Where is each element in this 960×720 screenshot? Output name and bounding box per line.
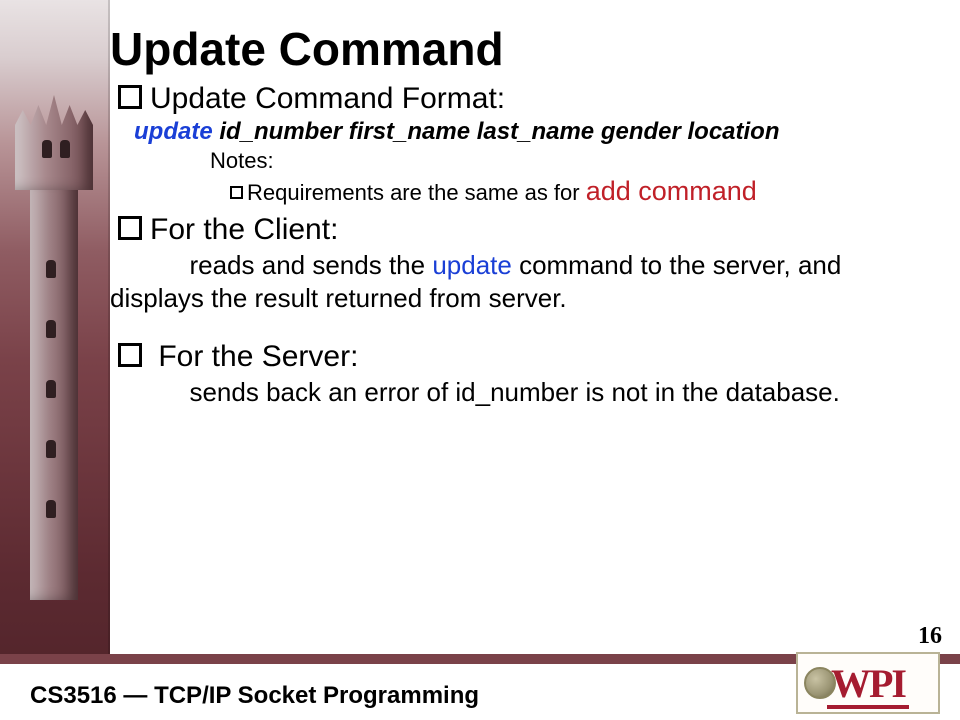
client-body-keyword: update [432,250,512,280]
heading-for-client: For the Client: [118,213,930,247]
command-syntax-line: update id_number first_name last_name ge… [134,118,930,146]
heading-text: For the Server: [158,340,358,373]
requirement-highlight: add command [586,176,757,206]
server-body-text: sends back an error of id_number is not … [110,376,930,409]
page-number: 16 [918,623,942,650]
requirement-prefix: Requirements are the same as for [247,180,586,205]
wpi-logo-text: WPI [831,660,905,707]
heading-for-server: For the Server: [118,340,930,374]
wpi-logo: WPI [796,652,940,714]
slide-title: Update Command [110,22,930,76]
slide: Update Command Update Command Format: up… [0,0,960,720]
left-decorative-band [0,0,110,720]
small-bullet-icon [230,186,243,199]
heading-update-format: Update Command Format: [118,82,930,116]
bullet-square-icon [118,216,142,240]
footer-text: CS3516 — TCP/IP Socket Programming [30,682,479,710]
slide-content: Update Command Update Command Format: up… [110,22,930,640]
client-body-text: reads and sends the update command to th… [110,249,930,316]
client-body-pre: reads and sends the [189,250,432,280]
command-arguments: id_number first_name last_name gender lo… [219,118,779,145]
server-body: sends back an error of id_number is not … [189,377,839,407]
requirement-line: Requirements are the same as for add com… [230,176,930,207]
notes-label: Notes: [210,148,930,174]
command-keyword: update [134,118,213,145]
bullet-square-icon [118,85,142,109]
tower-graphic [20,60,88,680]
heading-text: Update Command Format: [150,82,505,115]
footer-bar: CS3516 — TCP/IP Socket Programming WPI [0,662,960,720]
bullet-square-icon [118,343,142,367]
heading-text: For the Client: [150,213,338,246]
